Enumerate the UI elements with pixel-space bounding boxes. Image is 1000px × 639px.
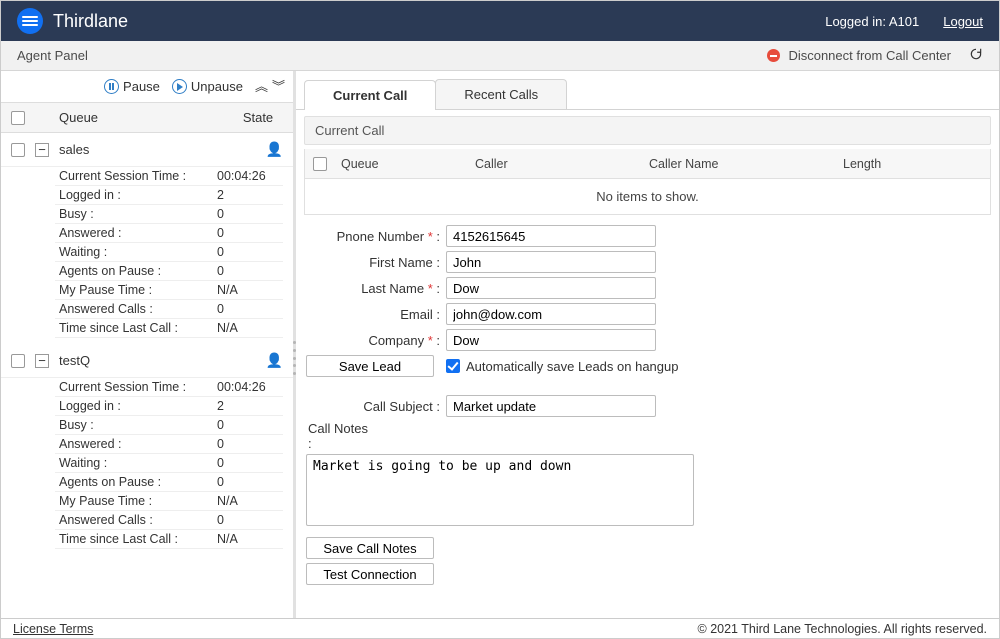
left-panel: Pause Unpause ︽ ︾ Queue State − sales 👤 … [1,71,296,620]
play-icon [172,79,187,94]
queue-stats: Current Session Time :00:04:26 Logged in… [1,167,293,344]
phone-input[interactable] [446,225,656,247]
col-caller: Caller [475,157,635,171]
topbar: Thirdlane Logged in: A101 Logout [1,1,999,41]
col-length: Length [843,157,963,171]
unpause-button[interactable]: Unpause [172,79,243,94]
queue-name: testQ [59,353,256,368]
select-all-checkbox[interactable] [313,157,327,171]
select-all-checkbox[interactable] [11,111,25,125]
collapse-toggle-icon[interactable]: − [35,143,49,157]
current-call-table-header: Queue Caller Caller Name Length [304,149,991,179]
disconnect-icon [767,49,780,62]
refresh-icon[interactable] [969,47,983,64]
queue-name: sales [59,142,256,157]
company-label: Company * : [306,333,446,348]
first-name-input[interactable] [446,251,656,273]
no-items-message: No items to show. [304,179,991,215]
lead-form: Pnone Number * : First Name : Last Name … [296,215,999,589]
last-name-input[interactable] [446,277,656,299]
copyright: © 2021 Third Lane Technologies. All righ… [698,622,987,636]
subject-label: Call Subject : [306,399,446,414]
right-panel: Current Call Recent Calls Current Call Q… [296,71,999,620]
agent-online-icon: 👤 [266,141,283,158]
tabs: Current Call Recent Calls [296,71,999,110]
queue-checkbox[interactable] [11,354,25,368]
save-notes-button[interactable]: Save Call Notes [306,537,434,559]
pause-button[interactable]: Pause [104,79,160,94]
brand-logo-icon [17,8,43,34]
notes-textarea[interactable] [306,454,694,526]
col-state: State [233,110,283,125]
expand-all-icon[interactable]: ︾ [272,80,285,93]
tab-recent-calls[interactable]: Recent Calls [435,79,567,109]
queue-stats: Current Session Time :00:04:26 Logged in… [1,378,293,555]
queue-grid-header: Queue State [1,103,293,133]
page-title: Agent Panel [17,48,88,63]
tab-current-call[interactable]: Current Call [304,80,436,110]
last-name-label: Last Name * : [306,281,446,296]
left-toolbar: Pause Unpause ︽ ︾ [1,71,293,103]
splitter-handle-icon[interactable] [293,341,299,375]
test-connection-button[interactable]: Test Connection [306,563,434,585]
company-input[interactable] [446,329,656,351]
subbar: Agent Panel Disconnect from Call Center [1,41,999,71]
pause-icon [104,79,119,94]
collapse-all-icon[interactable]: ︽ [255,80,268,93]
brand-name: Thirdlane [53,11,128,32]
logout-link[interactable]: Logout [943,14,983,29]
queue-checkbox[interactable] [11,143,25,157]
notes-label: Call Notes : [306,421,374,451]
queue-row-testq: − testQ 👤 Current Session Time :00:04:26… [1,344,293,555]
auto-save-checkbox[interactable] [446,359,460,373]
agent-online-icon: 👤 [266,352,283,369]
license-link[interactable]: License Terms [13,622,93,636]
disconnect-link[interactable]: Disconnect from Call Center [788,48,951,63]
email-label: Email : [306,307,446,322]
email-input[interactable] [446,303,656,325]
logged-in-label: Logged in: A101 [825,14,919,29]
save-lead-button[interactable]: Save Lead [306,355,434,377]
phone-label: Pnone Number * : [306,229,446,244]
footer: License Terms © 2021 Third Lane Technolo… [1,618,999,638]
first-name-label: First Name : [306,255,446,270]
col-queue: Queue [341,157,461,171]
col-caller-name: Caller Name [649,157,829,171]
collapse-toggle-icon[interactable]: − [35,354,49,368]
section-header: Current Call [304,116,991,145]
subject-input[interactable] [446,395,656,417]
auto-save-label: Automatically save Leads on hangup [466,359,678,374]
queue-row-sales: − sales 👤 Current Session Time :00:04:26… [1,133,293,344]
col-queue: Queue [39,110,219,125]
